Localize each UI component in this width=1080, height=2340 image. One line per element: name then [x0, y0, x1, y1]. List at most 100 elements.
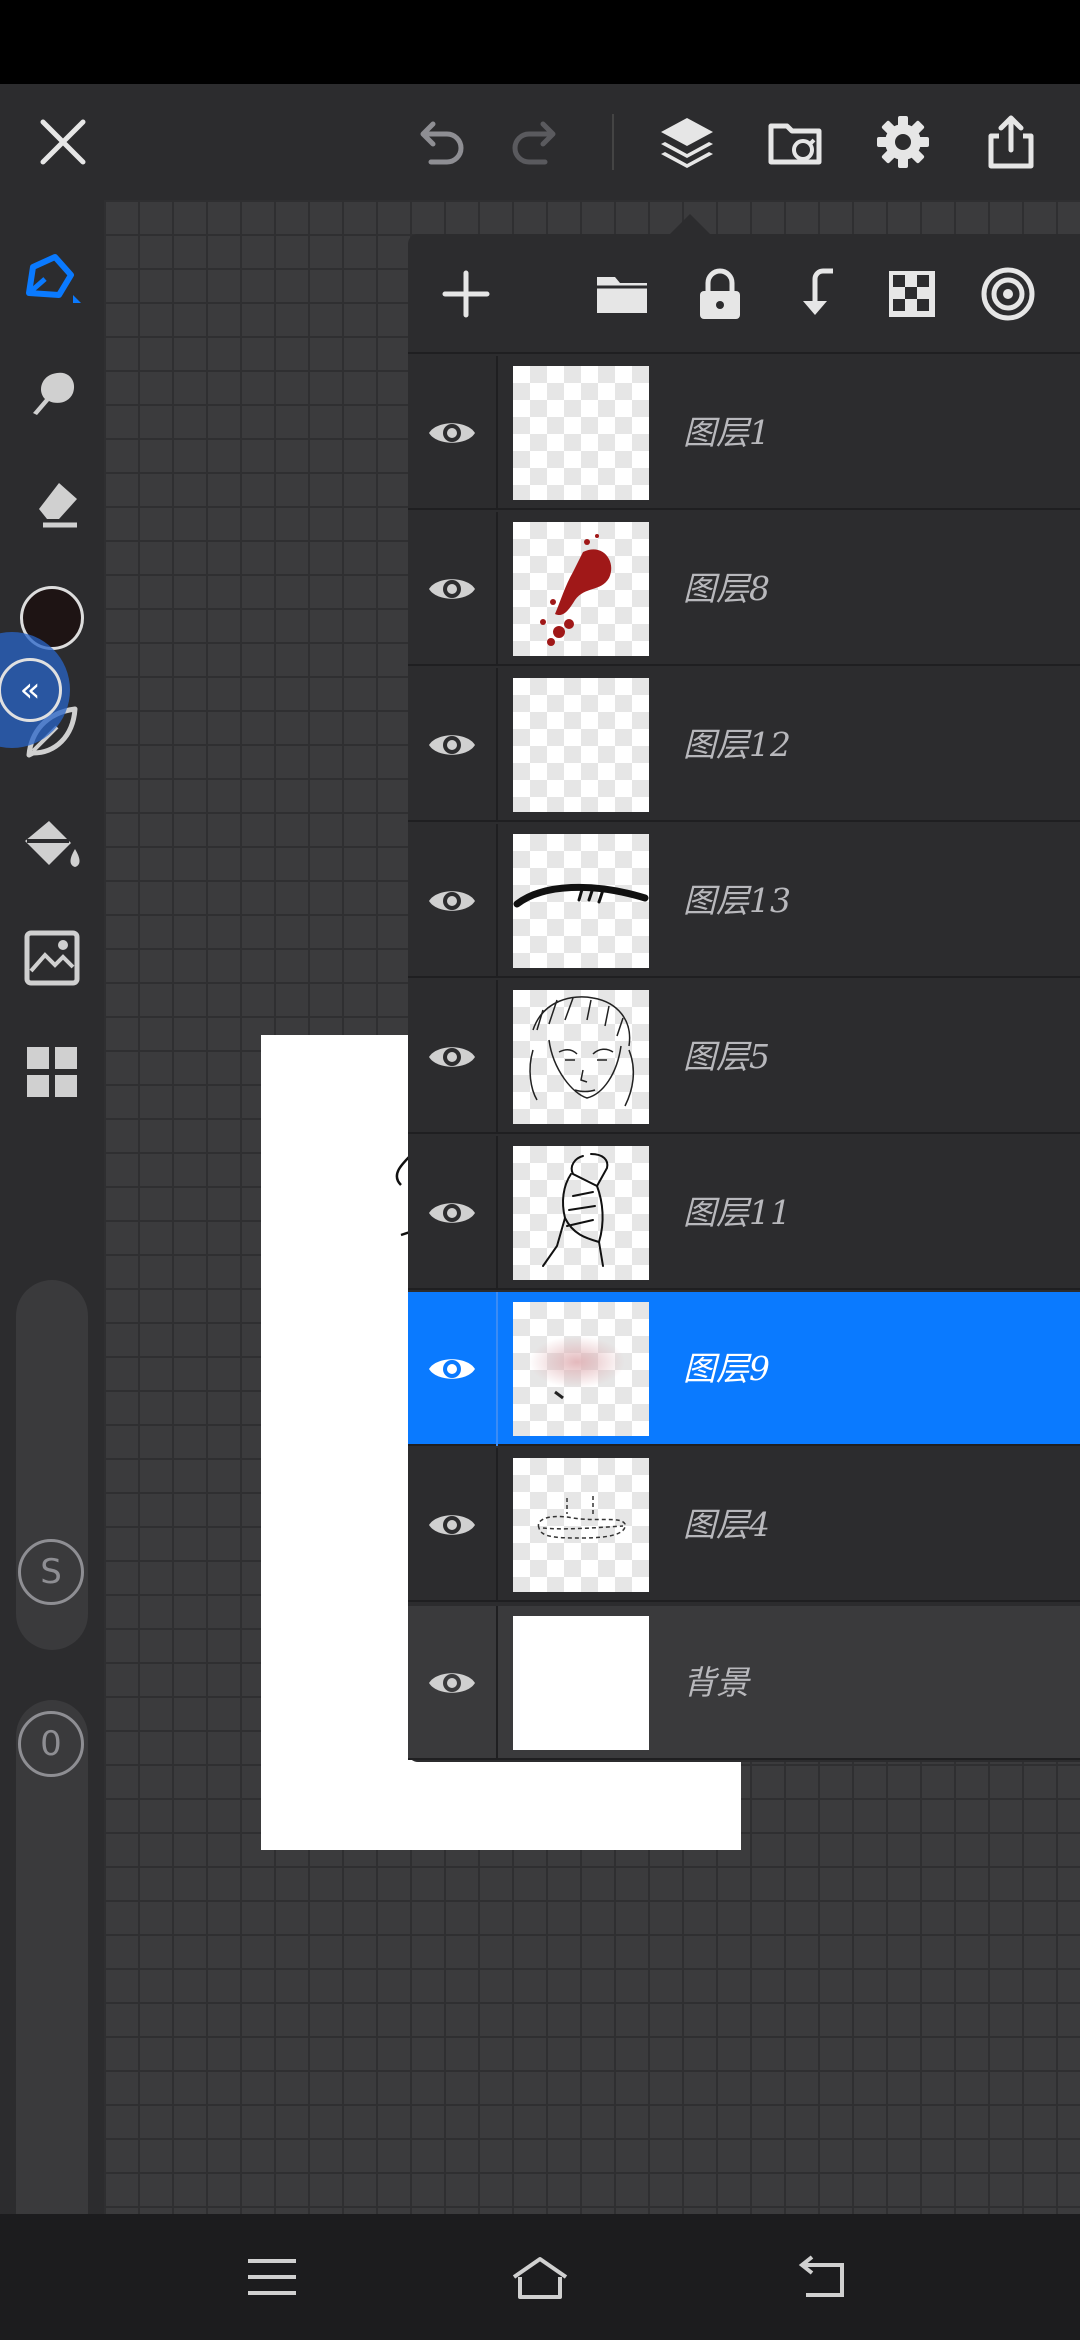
layer-row[interactable]: 图层8 [408, 512, 1080, 666]
eye-icon [429, 891, 475, 911]
panel-pointer [668, 214, 712, 236]
left-toolbar: S 0 « [0, 200, 104, 2270]
layer-name: 图层5 [683, 1037, 770, 1076]
layer-name: 图层8 [683, 569, 770, 608]
top-toolbar [0, 84, 1080, 200]
undo-button[interactable] [384, 84, 494, 200]
eye-icon [429, 1359, 475, 1379]
pen-tool-icon [26, 254, 81, 303]
visibility-toggle[interactable] [408, 980, 498, 1134]
eye-icon [429, 1515, 475, 1535]
layer-thumbnail [513, 990, 649, 1124]
smudge-tool-button[interactable] [0, 340, 104, 444]
smudge-tool-icon [33, 372, 75, 415]
eye-icon [429, 1047, 475, 1067]
grid-menu-button[interactable] [0, 1020, 104, 1124]
eye-icon [429, 735, 475, 755]
eraser-tool-button[interactable] [0, 450, 104, 554]
lock-icon [700, 268, 740, 319]
transparency-button[interactable] [872, 258, 952, 330]
layer-thumbnail [513, 522, 649, 656]
layer-name: 图层13 [683, 881, 791, 920]
visibility-toggle[interactable] [408, 356, 498, 510]
layer-row[interactable]: 图层5 [408, 980, 1080, 1134]
layer-row[interactable]: 图层11 [408, 1136, 1080, 1290]
background-layer-row[interactable]: 背景 [408, 1606, 1080, 1760]
fill-bucket-button[interactable] [0, 794, 104, 898]
visibility-toggle[interactable] [408, 512, 498, 666]
pen-tool-button[interactable] [0, 228, 104, 332]
toolbar-divider [612, 114, 614, 170]
grid-menu-icon [27, 1047, 77, 1097]
layers-panel: 图层1 图层8 图层12 图层13 图层5 图层11 图层9 图层4 背景 [408, 234, 1080, 1762]
redo-icon [512, 121, 556, 165]
lock-button[interactable] [680, 258, 760, 330]
layer-row[interactable]: 图层12 [408, 668, 1080, 822]
undo-icon [420, 121, 464, 165]
settings-icon [877, 116, 929, 168]
share-icon [988, 115, 1034, 169]
merge-down-icon [803, 268, 833, 315]
visibility-toggle[interactable] [408, 668, 498, 822]
layer-name: 图层1 [683, 413, 770, 452]
visibility-toggle[interactable] [408, 1292, 498, 1446]
home-button[interactable] [480, 2232, 600, 2322]
image-import-button[interactable] [0, 906, 104, 1010]
layer-thumbnail [513, 678, 649, 812]
layer-name: 图层11 [683, 1193, 791, 1232]
eye-icon [429, 423, 475, 443]
gallery-button[interactable] [740, 84, 850, 200]
add-layer-icon [442, 270, 490, 318]
visibility-toggle[interactable] [408, 1136, 498, 1290]
layer-thumbnail [513, 366, 649, 500]
visibility-toggle[interactable] [408, 824, 498, 978]
layer-row[interactable]: 图层13 [408, 824, 1080, 978]
close-icon [40, 119, 86, 165]
folder-icon [597, 277, 647, 313]
system-nav-bar [0, 2214, 1080, 2340]
layer-name: 图层9 [683, 1349, 770, 1388]
layer-thumbnail [513, 1146, 649, 1280]
back-button[interactable] [762, 2232, 882, 2322]
layer-thumbnail [513, 1616, 649, 1750]
layers-icon [661, 118, 713, 168]
brush-opacity-slider[interactable] [16, 1700, 88, 2270]
visibility-toggle[interactable] [408, 1448, 498, 1602]
layers-toolbar [408, 234, 1080, 354]
layer-row-selected[interactable]: 图层9 [408, 1292, 1080, 1446]
double-chevron-left-icon: « [0, 658, 62, 722]
eye-icon [429, 1673, 475, 1693]
layer-row[interactable]: 图层4 [408, 1448, 1080, 1602]
layer-name: 背景 [683, 1663, 749, 1702]
layer-thumbnail [513, 1458, 649, 1592]
settings-button[interactable] [848, 84, 958, 200]
eye-icon [429, 1203, 475, 1223]
redo-button[interactable] [482, 84, 592, 200]
eye-icon [429, 579, 475, 599]
menu-icon [248, 2259, 296, 2295]
eraser-tool-icon [39, 483, 77, 528]
blend-mode-button[interactable] [968, 258, 1048, 330]
home-icon [512, 2257, 568, 2299]
status-bar [0, 0, 1080, 84]
layer-name: 图层4 [683, 1505, 770, 1544]
fill-bucket-icon [25, 821, 80, 867]
blend-mode-icon [981, 267, 1035, 321]
share-button[interactable] [956, 84, 1066, 200]
visibility-toggle[interactable] [408, 1606, 498, 1760]
layer-thumbnail [513, 834, 649, 968]
size-badge: S [18, 1539, 84, 1605]
transparency-icon [889, 271, 935, 317]
add-layer-button[interactable] [426, 258, 506, 330]
folder-button[interactable] [582, 258, 662, 330]
opacity-badge: 0 [18, 1711, 84, 1777]
layer-row[interactable]: 图层1 [408, 356, 1080, 510]
layers-button[interactable] [632, 84, 742, 200]
image-import-icon [24, 930, 80, 986]
back-icon [798, 2255, 844, 2297]
merge-down-button[interactable] [776, 258, 856, 330]
close-button[interactable] [8, 84, 118, 200]
layer-name: 图层12 [683, 725, 791, 764]
layer-thumbnail [513, 1302, 649, 1436]
menu-button[interactable] [212, 2232, 332, 2322]
